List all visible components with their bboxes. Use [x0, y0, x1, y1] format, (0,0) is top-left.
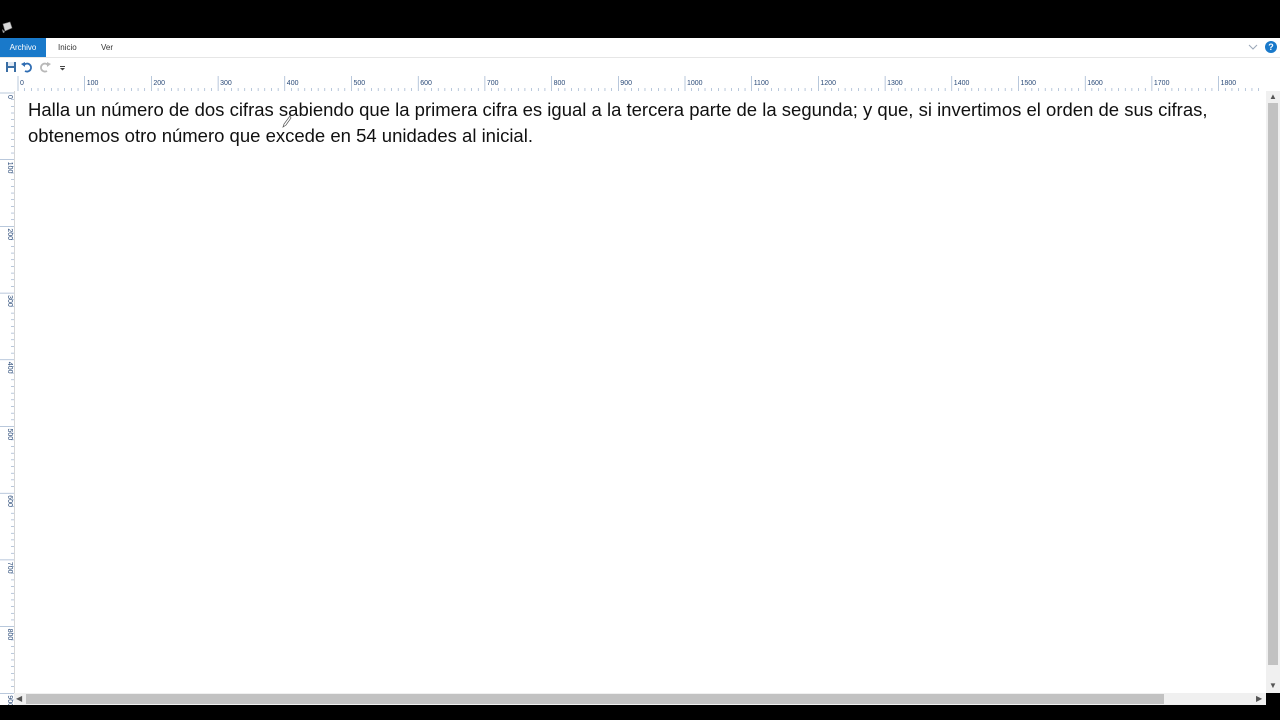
ruler-tick-label: 700 [487, 80, 499, 87]
vertical-ruler[interactable]: 0100200300400500600700800900 [0, 91, 14, 711]
ruler-tick-label: 1800 [1221, 80, 1237, 87]
horizontal-ruler[interactable]: 0 100 200 300 400 500 600 700 800 900 1000 1100 1200… [16, 76, 1266, 91]
ruler-tick-label: 1200 [820, 80, 836, 87]
save-icon[interactable] [4, 60, 18, 74]
ruler-tick-label: 0 [6, 95, 13, 99]
help-icon[interactable]: ? [1265, 41, 1277, 53]
ruler-tick-label: 300 [6, 295, 13, 307]
ruler-tick-label: 0 [20, 80, 24, 87]
customize-dropdown-icon[interactable] [56, 60, 70, 74]
ruler-tick-label: 1500 [1021, 80, 1037, 87]
ruler-tick-label: 900 [620, 80, 632, 87]
tab-inicio[interactable]: Inicio [58, 38, 77, 57]
horizontal-ruler-bar: 0 100 200 300 400 500 600 700 800 900 1000 1100 1200… [0, 76, 1280, 91]
ruler-tick-label: 400 [6, 362, 13, 374]
ruler-tick-label: 1000 [687, 80, 703, 87]
ruler-tick-label: 700 [6, 562, 13, 574]
pen-cursor-icon [282, 115, 292, 128]
ruler-tick-label: 1100 [754, 80, 769, 87]
ribbon-collapse-icon[interactable] [1248, 42, 1258, 52]
tab-ver[interactable]: Ver [101, 38, 113, 57]
ruler-tick-label: 800 [6, 629, 13, 641]
scroll-down-arrow-icon[interactable]: ▼ [1269, 681, 1277, 691]
wordpad-app-icon[interactable] [1, 20, 13, 34]
horizontal-scrollbar[interactable]: ◀ ▶ [14, 693, 1266, 705]
document-text[interactable]: Halla un número de dos cifras sabiendo q… [28, 97, 1248, 149]
ruler-tick-label: 600 [6, 495, 13, 507]
vertical-scroll-thumb[interactable] [1268, 103, 1278, 665]
document-page[interactable]: Halla un número de dos cifras sabiendo q… [14, 91, 1267, 693]
title-bar [0, 0, 1280, 38]
horizontal-scroll-thumb[interactable] [26, 694, 1164, 704]
scroll-right-arrow-icon[interactable]: ▶ [1256, 694, 1262, 704]
ruler-tick-label: 100 [6, 162, 13, 174]
vertical-scrollbar[interactable]: ▲ ▼ [1266, 91, 1280, 693]
ruler-tick-label: 500 [6, 429, 13, 441]
ruler-tick-label: 600 [420, 80, 432, 87]
ruler-tick-label: 400 [287, 80, 299, 87]
ruler-tick-label: 1600 [1087, 80, 1103, 87]
scroll-up-arrow-icon[interactable]: ▲ [1269, 92, 1277, 102]
quick-access-toolbar [0, 58, 1280, 76]
ruler-tick-label: 1400 [954, 80, 970, 87]
redo-icon[interactable] [38, 60, 52, 74]
bottom-bar [0, 705, 1280, 720]
ruler-tick-label: 200 [153, 80, 165, 87]
tab-archivo[interactable]: Archivo [0, 38, 46, 57]
ruler-tick-label: 200 [6, 228, 13, 240]
undo-icon[interactable] [20, 60, 34, 74]
ruler-tick-label: 100 [87, 80, 99, 87]
ruler-tick-label: 1700 [1154, 80, 1170, 87]
ruler-tick-label: 1300 [887, 80, 903, 87]
scroll-left-arrow-icon[interactable]: ◀ [16, 694, 22, 704]
ribbon-tabs: Archivo Inicio Ver ? [0, 38, 1280, 58]
ruler-tick-label: 300 [220, 80, 232, 87]
ruler-tick-label: 500 [354, 80, 366, 87]
ruler-tick-label: 800 [554, 80, 566, 87]
